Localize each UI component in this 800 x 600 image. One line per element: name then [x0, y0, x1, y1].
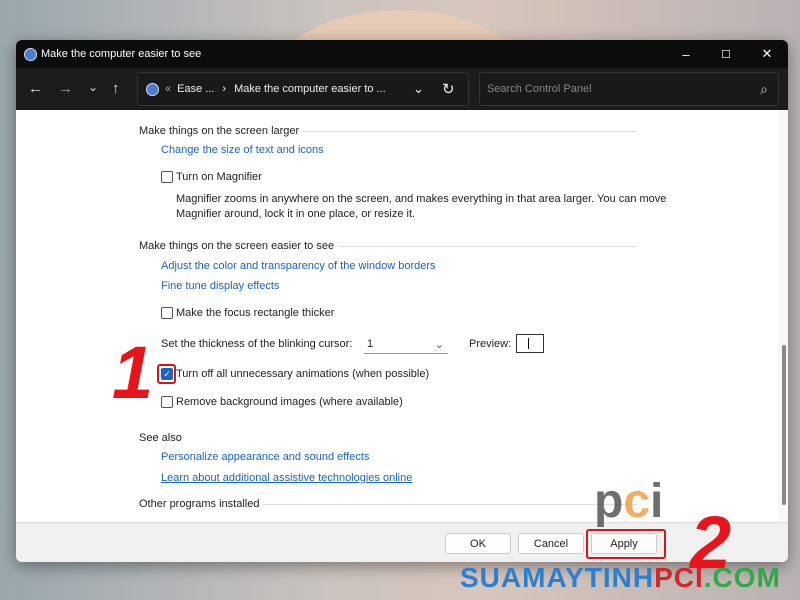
address-dropdown-button[interactable]: ⌄	[413, 81, 424, 97]
control-panel-window: Make the computer easier to see – ☐ ✕ ← …	[16, 40, 788, 562]
see-also-header: See also	[139, 432, 182, 444]
close-button[interactable]: ✕	[747, 40, 787, 68]
refresh-button[interactable]: ↻	[442, 80, 455, 98]
recent-locations-button[interactable]: ⌄	[88, 80, 98, 94]
cursor-thickness-label: Set the thickness of the blinking cursor…	[161, 338, 353, 350]
maximize-button[interactable]: ☐	[706, 40, 746, 68]
display-effects-link[interactable]: Fine tune display effects	[161, 280, 279, 292]
assistive-tech-link[interactable]: Learn about additional assistive technol…	[161, 472, 412, 484]
change-text-size-link[interactable]: Change the size of text and icons	[161, 144, 324, 156]
cursor-preview	[516, 334, 544, 353]
section-easier-header: Make things on the screen easier to see	[139, 240, 637, 252]
section-larger-header: Make things on the screen larger	[139, 125, 637, 137]
breadcrumb-chevron-icon: ›	[222, 83, 227, 95]
search-icon[interactable]: ⌕	[760, 81, 768, 98]
other-programs-header: Other programs installed	[139, 498, 637, 510]
focus-rectangle-checkbox[interactable]: Make the focus rectangle thicker	[161, 307, 334, 319]
breadcrumb-current[interactable]: Make the computer easier to ...	[234, 83, 386, 95]
scrollbar-thumb[interactable]	[782, 345, 786, 505]
ok-button[interactable]: OK	[445, 533, 511, 554]
breadcrumb-overflow[interactable]: «	[165, 83, 171, 95]
title-bar: Make the computer easier to see – ☐ ✕	[16, 40, 788, 68]
search-input[interactable]: Search Control Panel ⌕	[479, 72, 779, 106]
magnifier-description: Magnifier zooms in anywhere on the scree…	[176, 193, 667, 220]
back-button[interactable]: ←	[28, 80, 43, 97]
personalize-link[interactable]: Personalize appearance and sound effects	[161, 451, 369, 463]
window-borders-link[interactable]: Adjust the color and transparency of the…	[161, 260, 436, 272]
highlight-apply	[586, 529, 666, 559]
minimize-button[interactable]: –	[666, 40, 706, 68]
address-bar[interactable]: « Ease ... › Make the computer easier to…	[137, 72, 469, 106]
highlight-checkbox	[157, 364, 176, 384]
dialog-footer: OK Cancel Apply	[16, 522, 788, 562]
up-button[interactable]: ↑	[112, 80, 120, 97]
breadcrumb-ease[interactable]: Ease ...	[177, 83, 214, 95]
control-panel-icon	[24, 47, 37, 61]
checkbox-box[interactable]	[161, 171, 173, 183]
scrollbar[interactable]	[778, 110, 788, 522]
animations-checkbox[interactable]: ✓ Turn off all unnecessary animations (wh…	[161, 368, 429, 380]
pci-logo: pci	[594, 475, 664, 528]
window-title: Make the computer easier to see	[41, 48, 202, 60]
search-placeholder: Search Control Panel	[487, 83, 592, 95]
control-panel-icon	[146, 82, 159, 96]
cancel-button[interactable]: Cancel	[518, 533, 584, 554]
forward-button[interactable]: →	[58, 80, 73, 97]
background-images-checkbox[interactable]: Remove background images (where availabl…	[161, 396, 403, 408]
preview-label: Preview:	[469, 338, 512, 350]
step-1-annotation: 1	[112, 331, 154, 414]
magnifier-checkbox[interactable]: Turn on Magnifier	[161, 171, 262, 183]
watermark: SUAMAYTINHPCI.COM	[460, 562, 781, 593]
cursor-thickness-select[interactable]: 1 ⌄	[364, 334, 448, 354]
navigation-bar: ← → ⌄ ↑ « Ease ... › Make the computer e…	[16, 68, 788, 110]
